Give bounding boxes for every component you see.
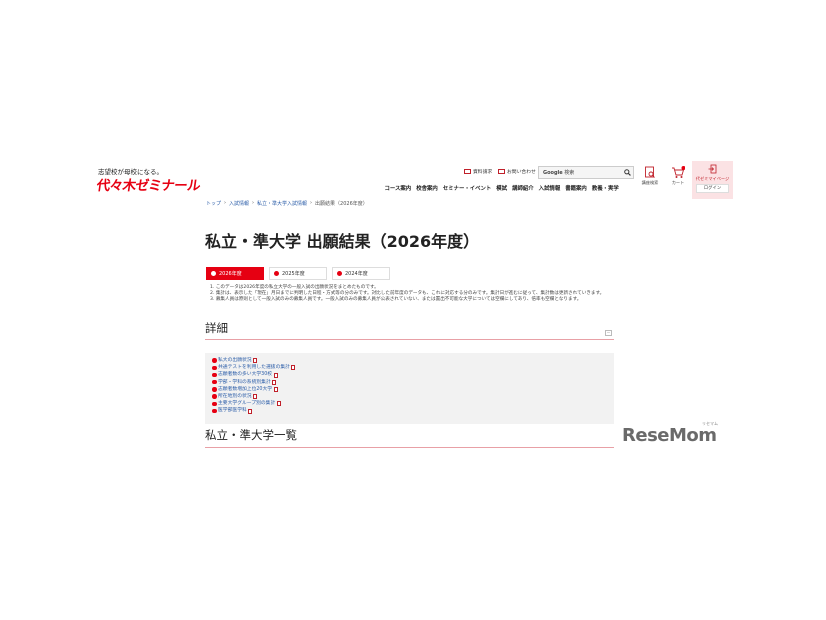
breadcrumb-separator: › <box>224 200 227 206</box>
year-tabs: 2026年度 2025年度 2024年度 <box>206 267 390 280</box>
pdf-icon <box>273 372 278 378</box>
detail-link[interactable]: 学部・学科の系統別集計 <box>218 379 271 386</box>
mail-icon <box>498 169 505 174</box>
search-icon <box>624 169 631 176</box>
arrow-bullet-icon <box>212 394 217 399</box>
detail-link[interactable]: 志願者数増加上位20大学 <box>218 386 272 393</box>
pdf-icon <box>291 365 296 371</box>
nav-item-books[interactable]: 書籍案内 <box>563 184 590 192</box>
pdf-icon <box>253 394 258 400</box>
university-list-title: 私立・準大学一覧 <box>205 428 297 442</box>
mypage-panel[interactable]: 代ゼミマイページ ログイン <box>692 161 733 199</box>
search-button[interactable] <box>622 167 633 178</box>
arrow-bullet-icon <box>212 379 217 385</box>
nav-item-mock[interactable]: 模試 <box>494 184 510 192</box>
collapse-toggle[interactable]: － <box>605 330 612 336</box>
cart-label: カート <box>671 180 685 185</box>
page-title: 私立・準大学 出願結果（2026年度） <box>205 232 480 251</box>
tab-2025[interactable]: 2025年度 <box>269 267 327 280</box>
nav-item-seminar[interactable]: セミナー・イベント <box>440 184 494 192</box>
search-placeholder: 検索 <box>564 170 575 176</box>
list-item[interactable]: 所在地別の状況 <box>212 393 295 400</box>
breadcrumb: トップ › 入試情報 › 私立・準大学入試情報 › 出願結果（2026年度） <box>206 200 368 207</box>
detail-link-list: 私大の出願状況 共通テストを利用した選抜の集計 志願者数の多い大学30校 学部・… <box>212 357 296 415</box>
brochure-link[interactable]: 資料請求 <box>464 168 492 175</box>
resemom-watermark: ReseMom <box>622 425 717 446</box>
tab-label: 2026年度 <box>219 271 242 277</box>
detail-link[interactable]: 私大の出願状況 <box>218 357 252 364</box>
list-item[interactable]: 学部・学科の系統別集計 <box>212 379 295 386</box>
arrow-bullet-icon <box>212 408 217 414</box>
breadcrumb-top[interactable]: トップ <box>206 200 221 207</box>
breadcrumb-separator: › <box>252 200 255 206</box>
search-input[interactable]: Google 検索 <box>539 169 622 176</box>
detail-section-title: 詳細 <box>205 321 228 335</box>
arrow-bullet-icon <box>212 387 217 392</box>
tab-label: 2024年度 <box>345 271 368 277</box>
pdf-icon <box>253 358 258 364</box>
note-item: 3. 募集人員は原則として一般入試のみの募集人員です。一般入試のみの募集人員が公… <box>210 297 582 302</box>
cart-icon <box>672 166 686 178</box>
pdf-icon <box>248 408 253 414</box>
arrow-bullet-icon <box>212 372 217 378</box>
google-brand: Google <box>543 170 563 176</box>
breadcrumb-admission[interactable]: 入試情報 <box>229 200 249 207</box>
university-list-section-header: 私立・準大学一覧 <box>205 427 614 448</box>
mypage-label: 代ゼミマイページ <box>695 176 730 181</box>
nav-item-teachers[interactable]: 講師紹介 <box>510 184 537 192</box>
detail-link-panel: 私大の出願状況 共通テストを利用した選抜の集計 志願者数の多い大学30校 学部・… <box>205 353 614 424</box>
breadcrumb-private[interactable]: 私立・準大学入試情報 <box>257 200 307 207</box>
breadcrumb-current: 出願結果（2026年度） <box>315 201 368 207</box>
detail-link[interactable]: 医学部医学科 <box>218 407 247 414</box>
bullet-icon <box>337 271 342 276</box>
course-search-button[interactable]: 講座検索 <box>639 166 661 186</box>
arrow-bullet-icon <box>212 401 217 407</box>
login-icon <box>708 164 717 174</box>
nav-item-admission[interactable]: 入試情報 <box>536 184 563 192</box>
tab-label: 2025年度 <box>282 271 305 277</box>
login-button[interactable]: ログイン <box>696 184 729 193</box>
list-item[interactable]: 私大の出願状況 <box>212 357 295 364</box>
bullet-icon <box>211 271 216 276</box>
arrow-bullet-icon <box>212 365 217 371</box>
nav-item-culture[interactable]: 教養・実学 <box>589 184 621 192</box>
notes-list: 1. このデータは2026年度の私立大学の一般入試の出願状況をまとめたものです。… <box>210 285 614 303</box>
pdf-icon <box>273 386 278 392</box>
detail-section-header: 詳細 － <box>205 320 614 340</box>
list-item[interactable]: 主要大学グループ別の集計 <box>212 400 295 407</box>
arrow-bullet-icon <box>212 358 217 363</box>
site-search[interactable]: Google 検索 <box>538 166 634 179</box>
tab-2026[interactable]: 2026年度 <box>206 267 264 280</box>
tab-2024[interactable]: 2024年度 <box>332 267 390 280</box>
pdf-icon <box>272 379 277 385</box>
contact-link-label: お問い合わせ <box>507 170 536 175</box>
site-logo[interactable]: 代々木ゼミナール <box>96 174 202 194</box>
nav-item-course[interactable]: コース案内 <box>382 184 414 192</box>
book-icon <box>464 169 471 174</box>
list-item[interactable]: 医学部医学科 <box>212 407 295 414</box>
nav-item-campus[interactable]: 校舎案内 <box>414 184 441 192</box>
brochure-link-label: 資料請求 <box>473 170 493 175</box>
detail-link[interactable]: 共通テストを利用した選抜の集計 <box>218 364 290 371</box>
cart-button[interactable]: カート <box>667 166 689 186</box>
pdf-icon <box>276 401 281 407</box>
global-nav: コース案内 校舎案内 セミナー・イベント 模試 講師紹介 入試情報 書籍案内 教… <box>382 184 621 192</box>
breadcrumb-separator: › <box>310 200 313 206</box>
bullet-icon <box>274 271 279 276</box>
document-search-icon <box>645 166 655 178</box>
list-item[interactable]: 志願者数の多い大学30校 <box>212 371 295 378</box>
detail-link[interactable]: 志願者数の多い大学30校 <box>218 371 272 378</box>
list-item[interactable]: 共通テストを利用した選抜の集計 <box>212 364 296 371</box>
detail-link[interactable]: 主要大学グループ別の集計 <box>218 400 275 407</box>
course-search-label: 講座検索 <box>641 180 659 185</box>
contact-link[interactable]: お問い合わせ <box>498 168 536 175</box>
list-item[interactable]: 志願者数増加上位20大学 <box>212 386 295 393</box>
detail-link[interactable]: 所在地別の状況 <box>218 393 252 400</box>
